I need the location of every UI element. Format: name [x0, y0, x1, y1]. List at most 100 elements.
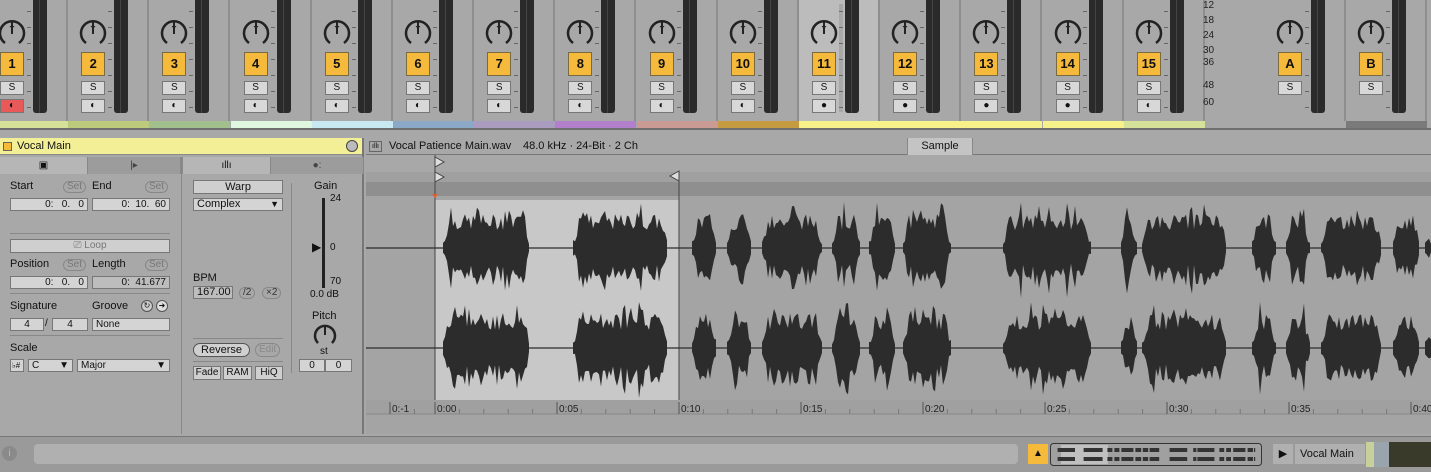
pan-knob[interactable] — [484, 16, 514, 48]
tab-sample-icon[interactable]: ıllı — [181, 157, 271, 174]
track-activator-button[interactable]: 15 — [1136, 52, 1161, 76]
halve-tempo-button[interactable]: /2 — [239, 287, 256, 299]
solo-button[interactable]: S — [812, 81, 836, 95]
solo-button[interactable]: S — [1278, 81, 1302, 95]
volume-meter[interactable] — [195, 0, 210, 113]
warp-mode-select[interactable]: Complex ▼ — [193, 198, 283, 211]
solo-button[interactable]: S — [893, 81, 918, 95]
pan-knob[interactable] — [1356, 16, 1386, 48]
pitch-semitones[interactable]: 0 — [299, 359, 325, 372]
solo-button[interactable]: S — [162, 81, 187, 95]
track-activator-button[interactable]: 5 — [324, 52, 349, 76]
volume-meter[interactable] — [33, 0, 47, 113]
arm-button[interactable]: ◐ — [81, 99, 106, 113]
volume-meter[interactable] — [439, 0, 453, 113]
track-activator-button[interactable]: 4 — [243, 52, 268, 76]
arm-button[interactable]: ◐ — [730, 99, 755, 113]
track-activator-button[interactable]: 14 — [1055, 52, 1080, 76]
pan-knob[interactable] — [971, 16, 1001, 48]
solo-button[interactable]: S — [1136, 81, 1161, 95]
pitch-knob[interactable] — [310, 321, 340, 349]
solo-button[interactable]: S — [974, 81, 999, 95]
pan-knob[interactable] — [647, 16, 677, 48]
save-clip-icon[interactable] — [346, 140, 358, 152]
solo-button[interactable]: S — [81, 81, 106, 95]
track-activator-button[interactable]: 11 — [812, 52, 836, 76]
groove-commit-icon[interactable]: ➜ — [156, 300, 168, 312]
end-set-button[interactable]: Set — [145, 181, 169, 193]
pan-knob[interactable] — [322, 16, 352, 48]
track-activator-button[interactable]: 10 — [730, 52, 755, 76]
solo-button[interactable]: S — [406, 81, 430, 95]
solo-button[interactable]: S — [1359, 81, 1383, 95]
track-activator-button[interactable]: 7 — [487, 52, 512, 76]
arm-button[interactable]: ◐ — [568, 99, 593, 113]
solo-button[interactable]: S — [568, 81, 593, 95]
pan-knob[interactable] — [159, 16, 189, 48]
arm-button[interactable]: ◐ — [1136, 99, 1161, 113]
fade-button[interactable]: Fade — [193, 366, 221, 380]
track-activator-button[interactable]: 6 — [406, 52, 430, 76]
arm-button[interactable]: ◐ — [487, 99, 512, 113]
expand-up-icon[interactable]: ▲ — [1028, 444, 1048, 464]
track-activator-button[interactable]: 13 — [974, 52, 999, 76]
pan-knob[interactable] — [728, 16, 758, 48]
scale-root-select[interactable]: C ▼ — [28, 359, 73, 372]
end-field[interactable]: 0: 10. 60 — [92, 198, 170, 211]
position-field[interactable]: 0: 0. 0 — [10, 276, 88, 289]
volume-meter[interactable] — [926, 0, 941, 113]
arm-button[interactable]: ◐ — [0, 99, 24, 113]
track-activator-button[interactable]: 9 — [649, 52, 674, 76]
track-activator-button[interactable]: 12 — [893, 52, 918, 76]
length-set-button[interactable]: Set — [145, 259, 169, 271]
track-activator-button[interactable]: 1 — [0, 52, 24, 76]
groove-select[interactable]: None — [92, 318, 170, 331]
info-icon[interactable]: i — [2, 446, 17, 461]
arm-button[interactable]: ● — [812, 99, 836, 113]
solo-button[interactable]: S — [0, 81, 24, 95]
sample-tab[interactable]: Sample — [907, 138, 973, 155]
volume-meter[interactable] — [1088, 0, 1103, 113]
warp-button[interactable]: Warp — [193, 180, 283, 194]
solo-button[interactable]: S — [487, 81, 512, 95]
start-set-button[interactable]: Set — [63, 181, 87, 193]
loop-button[interactable]: ⎚ Loop — [10, 239, 170, 253]
pan-knob[interactable] — [809, 16, 839, 48]
pan-knob[interactable] — [1134, 16, 1164, 48]
tab-midi-icon[interactable]: ●: — [271, 157, 364, 174]
pitch-cents[interactable]: 0 — [325, 359, 352, 372]
solo-button[interactable]: S — [730, 81, 755, 95]
position-set-button[interactable]: Set — [63, 259, 87, 271]
volume-meter[interactable] — [763, 0, 778, 113]
track-activator-button[interactable]: B — [1359, 52, 1383, 76]
volume-meter[interactable] — [1392, 0, 1406, 113]
play-icon[interactable]: ▶ — [1273, 444, 1293, 464]
groove-hot-swap-icon[interactable]: ↻ — [141, 300, 153, 312]
track-activator-button[interactable]: 3 — [162, 52, 187, 76]
pan-knob[interactable] — [1053, 16, 1083, 48]
bpm-field[interactable]: 167.00 — [193, 286, 233, 299]
clip-overview[interactable] — [1050, 443, 1262, 466]
pan-knob[interactable] — [241, 16, 271, 48]
track-activator-button[interactable]: A — [1278, 52, 1302, 76]
scrub-area[interactable] — [366, 182, 1431, 196]
arm-button[interactable]: ● — [893, 99, 918, 113]
arm-button[interactable]: ◐ — [243, 99, 268, 113]
pan-knob[interactable] — [565, 16, 595, 48]
clip-name[interactable]: Vocal Main — [17, 140, 71, 152]
solo-button[interactable]: S — [324, 81, 349, 95]
track-activator-button[interactable]: 8 — [568, 52, 593, 76]
volume-meter[interactable] — [276, 0, 291, 113]
double-tempo-button[interactable]: ×2 — [262, 287, 282, 299]
pan-knob[interactable] — [1275, 16, 1305, 48]
pan-knob[interactable] — [0, 16, 27, 48]
solo-button[interactable]: S — [1055, 81, 1080, 95]
volume-meter[interactable] — [601, 0, 616, 113]
volume-meter[interactable] — [520, 0, 535, 113]
loop-brace-lane[interactable] — [366, 172, 1431, 182]
start-field[interactable]: 0: 0. 0 — [10, 198, 88, 211]
volume-meter[interactable] — [1311, 0, 1325, 113]
clip-color-swatch[interactable] — [3, 142, 12, 151]
solo-button[interactable]: S — [243, 81, 268, 95]
volume-meter[interactable] — [1169, 0, 1184, 113]
